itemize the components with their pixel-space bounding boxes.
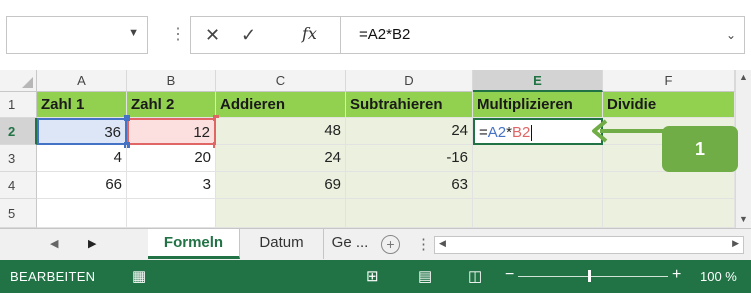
zoom-slider-knob[interactable]: [588, 270, 591, 282]
cell-d5[interactable]: [346, 199, 473, 228]
column-header-a[interactable]: A: [37, 70, 127, 92]
cell-a5[interactable]: [37, 199, 127, 228]
cancel-icon[interactable]: ✕: [205, 25, 220, 46]
tab-more-sheets[interactable]: Ge ...: [324, 229, 376, 259]
column-header-b[interactable]: B: [127, 70, 216, 92]
formula-text: =A2*B2: [359, 26, 411, 43]
more-options-icon[interactable]: ⋮: [170, 24, 186, 44]
cell-f5[interactable]: [603, 199, 735, 228]
cell-b5[interactable]: [127, 199, 216, 228]
cell-e5[interactable]: [473, 199, 603, 228]
page-break-preview-icon[interactable]: ◫: [468, 267, 482, 285]
cell-d3[interactable]: -16: [346, 145, 473, 172]
column-header-c[interactable]: C: [216, 70, 346, 92]
cell-c3[interactable]: 24: [216, 145, 346, 172]
cell-e3[interactable]: [473, 145, 603, 172]
expand-formula-bar-icon[interactable]: ⌄: [726, 17, 736, 53]
tab-options-icon[interactable]: ⋮: [416, 235, 431, 253]
enter-icon[interactable]: ✓: [241, 25, 256, 46]
cell-e1[interactable]: Multiplizieren: [473, 92, 603, 118]
formula-ref-b2: B2: [511, 124, 531, 141]
select-all-button[interactable]: [0, 70, 37, 92]
chevron-down-icon[interactable]: ▼: [128, 27, 139, 39]
cell-d4[interactable]: 63: [346, 172, 473, 199]
scroll-down-icon[interactable]: ▼: [739, 214, 748, 224]
formula-input[interactable]: =A2*B2 ⌄: [340, 16, 745, 54]
column-header-d[interactable]: D: [346, 70, 473, 92]
row-header-3[interactable]: 3: [0, 145, 37, 172]
zoom-slider[interactable]: [518, 276, 668, 277]
sheet-tab-bar: ◀ ▶ Formeln Datum Ge ... + ⋮ ◀ ▶: [0, 228, 751, 260]
cell-d1[interactable]: Subtrahieren: [346, 92, 473, 118]
macro-recorder-icon[interactable]: ▦: [132, 267, 146, 285]
cell-d2[interactable]: 24: [346, 118, 473, 145]
zoom-out-icon[interactable]: −: [505, 266, 514, 284]
worksheet-grid: A B C D E F 1 2 3 4 5 Zahl 1 Zahl 2 Addi…: [0, 70, 751, 228]
zoom-level[interactable]: 100 %: [700, 269, 737, 284]
callout-arrow-icon: [592, 119, 670, 143]
scroll-left-icon[interactable]: ◀: [439, 238, 446, 249]
step-callout: 1: [662, 126, 738, 172]
formula-prefix: =: [479, 124, 488, 141]
column-header-f[interactable]: F: [603, 70, 735, 92]
column-header-e[interactable]: E: [473, 70, 603, 92]
row-header-1[interactable]: 1: [0, 92, 37, 118]
name-box[interactable]: ▼: [6, 16, 148, 54]
zoom-in-icon[interactable]: +: [672, 266, 681, 284]
mode-indicator: BEARBEITEN: [10, 269, 96, 284]
cell-c2[interactable]: 48: [216, 118, 346, 145]
range-handle-a2[interactable]: [124, 115, 130, 121]
normal-view-icon[interactable]: ⊞: [366, 267, 379, 285]
cell-c1[interactable]: Addieren: [216, 92, 346, 118]
cell-a2[interactable]: 36: [37, 118, 127, 145]
cell-a4[interactable]: 66: [37, 172, 127, 199]
cell-a1[interactable]: Zahl 1: [37, 92, 127, 118]
text-caret: [531, 125, 533, 142]
scroll-up-icon[interactable]: ▲: [739, 72, 748, 82]
cell-f1[interactable]: Dividie: [603, 92, 735, 118]
prev-sheet-icon[interactable]: ◀: [50, 237, 58, 250]
formula-buttons: ✕ ✓: [190, 16, 340, 54]
tab-formeln[interactable]: Formeln: [148, 229, 240, 259]
formula-bar: ▼ ⋮ ✕ ✓ fx =A2*B2 ⌄: [0, 0, 751, 70]
cell-e4[interactable]: [473, 172, 603, 199]
page-layout-icon[interactable]: ▤: [418, 267, 432, 285]
horizontal-scrollbar[interactable]: ◀ ▶: [434, 236, 744, 254]
status-bar: BEARBEITEN ▦ ⊞ ▤ ◫ − + 100 %: [0, 260, 751, 293]
row-header-4[interactable]: 4: [0, 172, 37, 199]
cell-b1[interactable]: Zahl 2: [127, 92, 216, 118]
row-header-5[interactable]: 5: [0, 199, 37, 228]
cell-c4[interactable]: 69: [216, 172, 346, 199]
cell-f4[interactable]: [603, 172, 735, 199]
select-all-triangle-icon: [22, 77, 33, 88]
cell-a3[interactable]: 4: [37, 145, 127, 172]
scroll-right-icon[interactable]: ▶: [732, 238, 739, 249]
cell-b3[interactable]: 20: [127, 145, 216, 172]
cell-c5[interactable]: [216, 199, 346, 228]
next-sheet-icon[interactable]: ▶: [88, 237, 96, 250]
formula-ref-a2: A2: [487, 124, 507, 141]
row-header-2[interactable]: 2: [0, 118, 37, 145]
cell-b4[interactable]: 3: [127, 172, 216, 199]
tab-datum[interactable]: Datum: [240, 229, 324, 259]
insert-function-icon[interactable]: fx: [302, 24, 317, 43]
add-sheet-icon[interactable]: +: [381, 235, 400, 254]
cell-b2[interactable]: 12: [127, 118, 216, 145]
